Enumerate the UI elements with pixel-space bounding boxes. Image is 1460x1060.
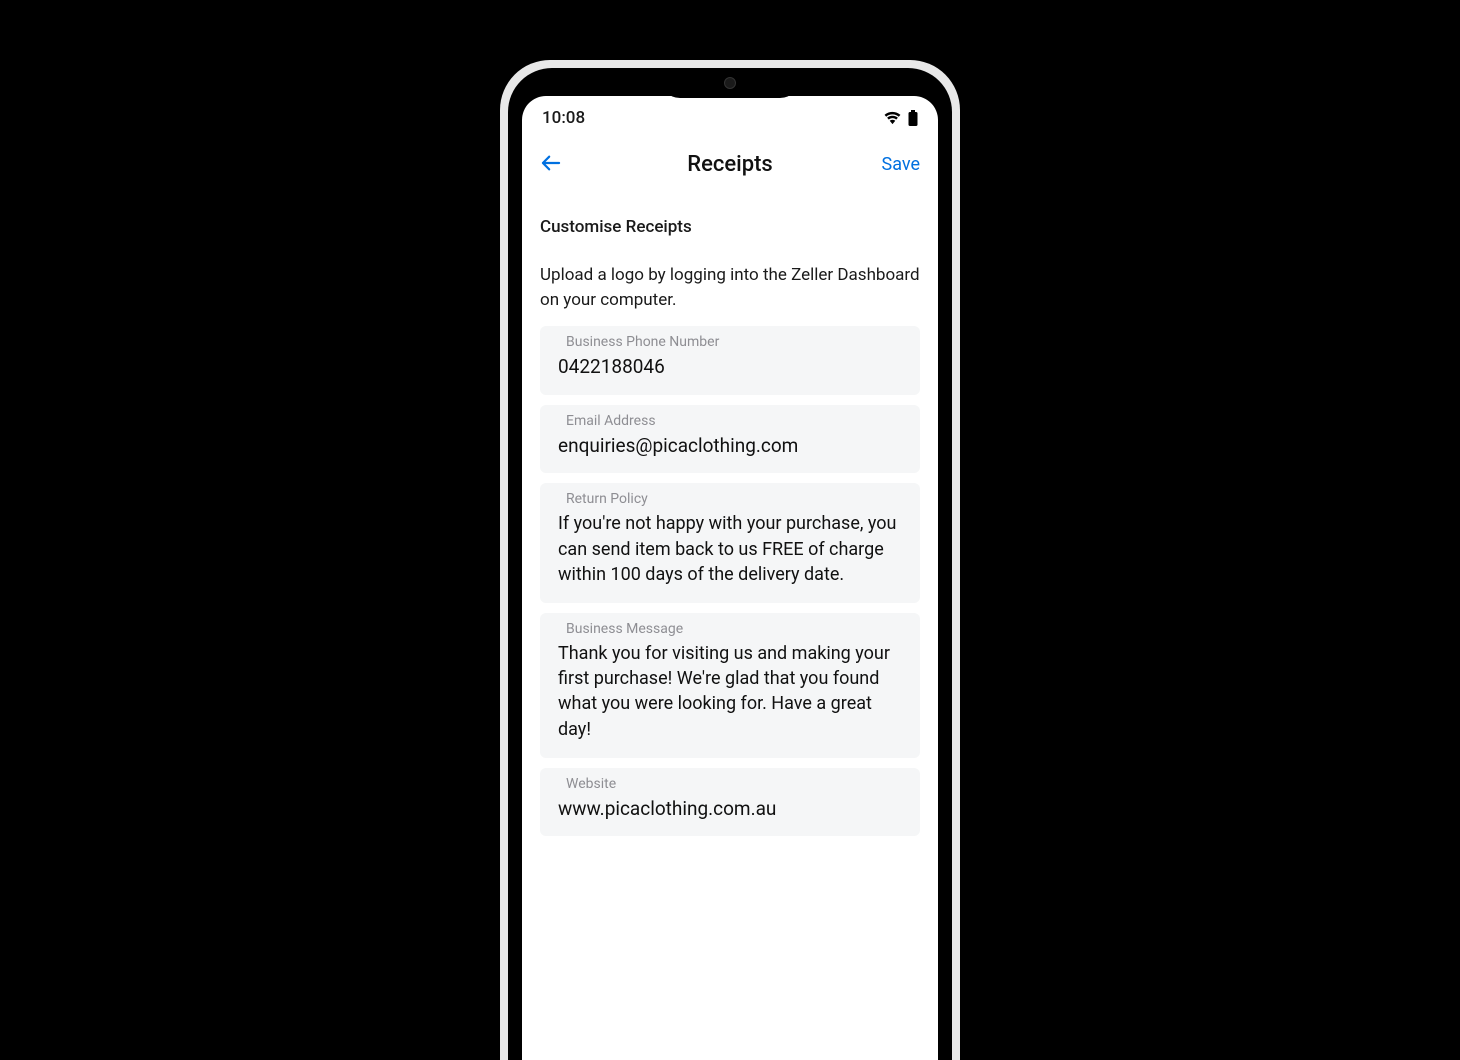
business-message-value: Thank you for visiting us and making you… (558, 641, 902, 742)
business-phone-field[interactable]: Business Phone Number 0422188046 (540, 326, 920, 395)
return-policy-label: Return Policy (566, 491, 910, 507)
section-header: Customise Receipts (540, 217, 920, 237)
website-label: Website (566, 776, 910, 792)
business-message-label: Business Message (566, 621, 910, 637)
return-policy-value: If you're not happy with your purchase, … (558, 511, 902, 587)
phone-device-frame: 10:08 (500, 60, 960, 1060)
status-clock: 10:08 (542, 108, 585, 128)
battery-icon (908, 110, 918, 126)
status-bar: 10:08 (522, 96, 938, 136)
arrow-left-icon (540, 154, 562, 172)
email-field[interactable]: Email Address enquiries@picaclothing.com (540, 405, 920, 474)
back-button[interactable] (540, 154, 562, 176)
email-label: Email Address (566, 413, 910, 429)
email-value: enquiries@picaclothing.com (558, 433, 902, 460)
status-icons (883, 110, 918, 126)
business-phone-label: Business Phone Number (566, 334, 910, 350)
business-phone-value: 0422188046 (558, 354, 902, 381)
nav-bar: Receipts Save (522, 136, 938, 193)
save-button[interactable]: Save (882, 154, 921, 175)
return-policy-field[interactable]: Return Policy If you're not happy with y… (540, 483, 920, 603)
website-field[interactable]: Website www.picaclothing.com.au (540, 768, 920, 837)
phone-notch (660, 68, 800, 98)
wifi-icon (883, 111, 902, 125)
phone-screen: 10:08 (522, 96, 938, 1060)
phone-inner-bezel: 10:08 (508, 68, 952, 1060)
content-area: Customise Receipts Upload a logo by logg… (522, 193, 938, 836)
website-value: www.picaclothing.com.au (558, 796, 902, 823)
helper-text: Upload a logo by logging into the Zeller… (540, 263, 920, 312)
business-message-field[interactable]: Business Message Thank you for visiting … (540, 613, 920, 758)
page-title: Receipts (540, 152, 920, 177)
